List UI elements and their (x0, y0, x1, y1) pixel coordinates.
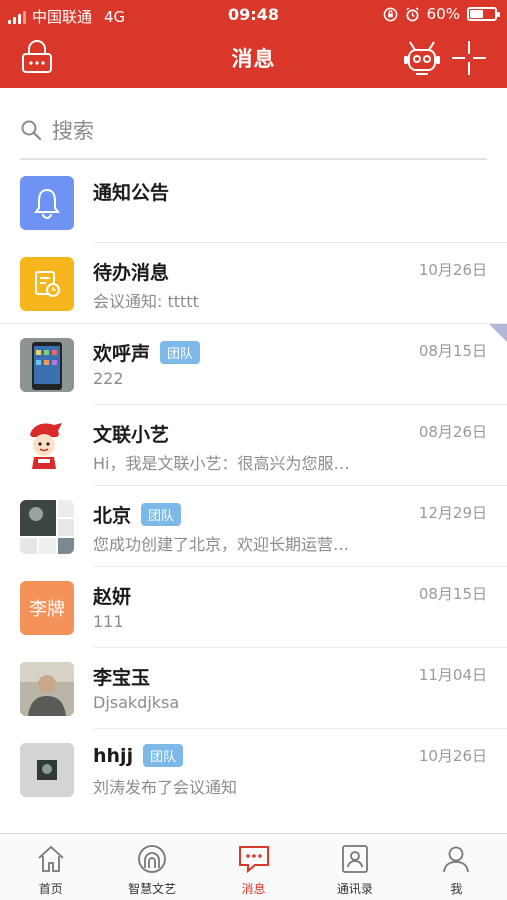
list-item[interactable]: 李宝玉 Djsakdjksa 11月04日 (0, 648, 507, 729)
status-bar: 中国联通 4G 09:48 60% (0, 0, 507, 30)
tab-label: 首页 (38, 882, 63, 896)
list-item[interactable]: 待办消息 会议通知: ttttt 10月26日 (0, 243, 507, 324)
message-preview: Djsakdjksa (93, 693, 180, 712)
search-bar[interactable]: 搜索 (20, 102, 487, 160)
tab-profile[interactable]: 我 (406, 834, 507, 900)
message-icon (238, 846, 269, 874)
conversation-name: 李宝玉 (93, 667, 151, 689)
wisdom-icon (138, 845, 167, 873)
message-date: 12月29日 (418, 504, 487, 522)
message-date: 08月15日 (418, 585, 487, 603)
conversation-list: 通知公告 待办消息 会议通知: ttttt 10月26日 欢呼声 团队 222 … (0, 162, 507, 810)
corner-marker (489, 324, 507, 342)
list-item[interactable]: 欢呼声 团队 222 08月15日 (0, 324, 507, 405)
tab-label: 通讯录 (336, 882, 373, 896)
battery-icon (467, 7, 500, 21)
avatar: 李牌 (20, 581, 74, 635)
tab-label: 我 (450, 882, 463, 896)
message-preview: 222 (93, 369, 124, 388)
tab-label: 智慧文艺 (128, 882, 177, 896)
conversation-name: hhjj (93, 744, 134, 767)
contacts-icon (342, 845, 368, 873)
avatar (20, 257, 74, 311)
image-thumb-icon (20, 743, 74, 797)
tab-home[interactable]: 首页 (0, 834, 101, 900)
group-collage-icon (20, 500, 74, 554)
bottom-tab-bar: 首页 智慧文艺 消息 通讯录 我 (0, 833, 507, 900)
tab-wisdom[interactable]: 智慧文艺 (101, 834, 202, 900)
avatar-text: 李牌 (29, 599, 65, 620)
message-date: 10月26日 (418, 747, 487, 765)
battery-percent: 60% (426, 5, 460, 23)
avatar (20, 500, 74, 554)
todo-icon (35, 271, 60, 297)
list-item[interactable]: hhjj 团队 刘涛发布了会议通知 10月26日 (0, 729, 507, 810)
message-date: 08月15日 (418, 342, 487, 360)
team-badge: 团队 (143, 744, 184, 767)
message-date: 10月26日 (418, 261, 487, 279)
conversation-name: 通知公告 (93, 182, 170, 204)
list-item[interactable]: 李牌 赵妍 111 08月15日 (0, 567, 507, 648)
message-date: 08月26日 (418, 423, 487, 441)
avatar (20, 743, 74, 797)
profile-icon (443, 846, 470, 873)
conversation-name: 欢呼声 (93, 343, 151, 365)
avatar (20, 662, 74, 716)
message-preview: 您成功创建了北京，欢迎长期运营… (93, 535, 350, 554)
conversation-name: 北京 (93, 505, 132, 527)
conversation-name: 文联小艺 (93, 424, 170, 446)
robot-icon (404, 41, 440, 75)
search-icon (21, 120, 42, 141)
rotation-lock-icon (383, 7, 397, 21)
mascot-icon (30, 423, 62, 469)
avatar (20, 176, 74, 230)
team-badge: 团队 (160, 341, 201, 364)
message-preview: 会议通知: ttttt (93, 292, 199, 311)
avatar (20, 338, 74, 392)
conversation-name: 赵妍 (93, 586, 132, 608)
tab-label: 消息 (241, 882, 266, 896)
message-preview: Hi，我是文联小艺：很高兴为您服… (93, 454, 350, 473)
message-preview: 111 (93, 612, 124, 631)
list-item[interactable]: 通知公告 (0, 162, 507, 243)
message-preview: 刘涛发布了会议通知 (93, 778, 238, 797)
app-header: 消息 (0, 30, 507, 88)
search-placeholder: 搜索 (52, 119, 94, 143)
plus-icon (452, 41, 486, 75)
message-date: 11月04日 (418, 666, 487, 684)
home-icon (38, 845, 64, 872)
add-button[interactable] (450, 39, 488, 77)
team-badge: 团队 (141, 503, 182, 526)
list-item[interactable]: 文联小艺 Hi，我是文联小艺：很高兴为您服… 08月26日 (0, 405, 507, 486)
phone-photo-icon (20, 338, 74, 392)
alarm-icon (406, 6, 419, 21)
tab-messages[interactable]: 消息 (203, 834, 304, 900)
person-photo-icon (20, 662, 74, 716)
list-item[interactable]: 北京 团队 您成功创建了北京，欢迎长期运营… 12月29日 (0, 486, 507, 567)
bell-icon (34, 188, 60, 219)
tab-contacts[interactable]: 通讯录 (304, 834, 405, 900)
avatar (20, 419, 74, 473)
conversation-name: 待办消息 (93, 262, 170, 284)
robot-button[interactable] (402, 38, 442, 78)
